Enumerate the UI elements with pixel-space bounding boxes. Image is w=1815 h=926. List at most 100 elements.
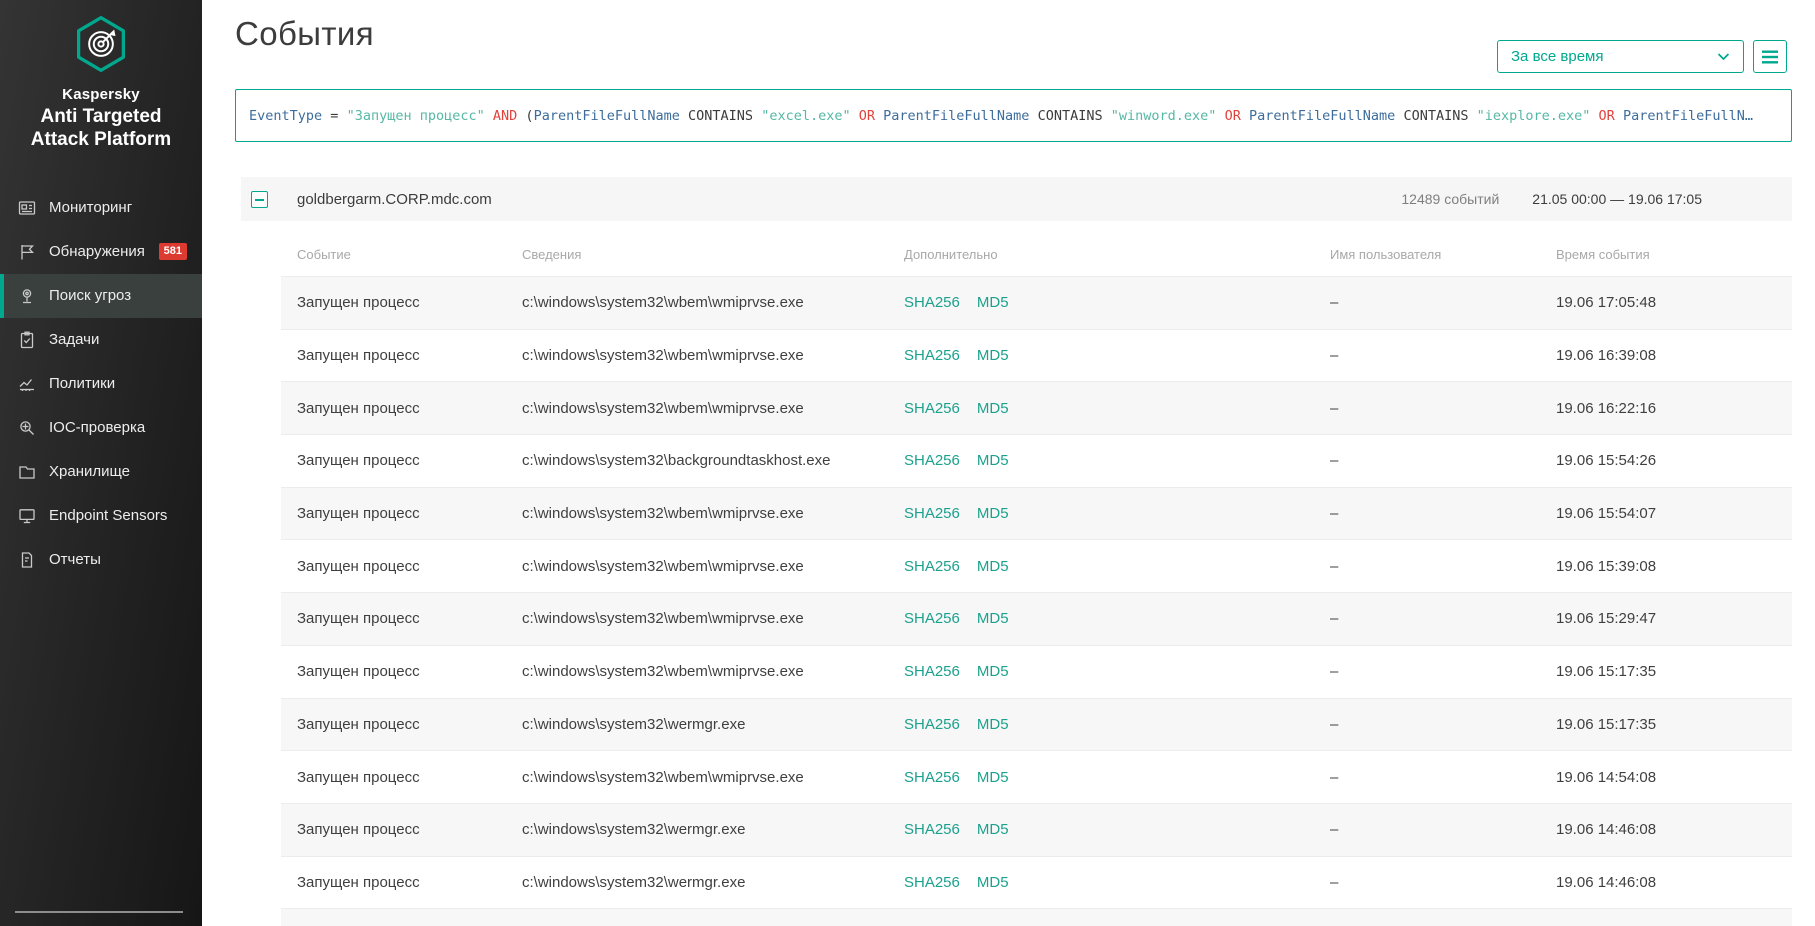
additional-cell: SHA256 MD5 bbox=[904, 769, 1330, 786]
table-row[interactable]: Запущен процессc:\windows\system32\wbem\… bbox=[281, 330, 1792, 383]
query-token-field: EventType bbox=[249, 107, 323, 124]
sidebar-item-label: Endpoint Sensors bbox=[49, 507, 168, 525]
sha256-link[interactable]: SHA256 bbox=[904, 558, 960, 575]
sidebar-item-storage[interactable]: Хранилище bbox=[0, 450, 202, 494]
time-filter-value: За все время bbox=[1511, 48, 1604, 65]
additional-cell: SHA256 MD5 bbox=[904, 505, 1330, 522]
main-content: События За все время EventType = "Запуще… bbox=[202, 15, 1815, 926]
time-cell: 19.06 15:17:35 bbox=[1556, 715, 1657, 733]
table-row[interactable]: Запущен процессc:\windows\system32\wbem\… bbox=[281, 277, 1792, 330]
user-cell: – bbox=[1330, 663, 1339, 681]
collapse-minus-icon[interactable] bbox=[251, 190, 268, 208]
details-cell: c:\windows\system32\wbem\wmiprvse.exe bbox=[522, 557, 804, 575]
details-cell: c:\windows\system32\wbem\wmiprvse.exe bbox=[522, 399, 804, 417]
table-row[interactable]: Запущен процессc:\windows\system32\wbem\… bbox=[281, 646, 1792, 699]
user-cell: – bbox=[1330, 610, 1339, 628]
md5-link[interactable]: MD5 bbox=[977, 505, 1009, 522]
sha256-link[interactable]: SHA256 bbox=[904, 821, 960, 838]
sha256-link[interactable]: SHA256 bbox=[904, 505, 960, 522]
event-type-cell: Запущен процесс bbox=[297, 715, 420, 733]
event-type-cell: Запущен процесс bbox=[297, 505, 420, 523]
details-cell: c:\windows\system32\wbem\wmiprvse.exe bbox=[522, 663, 804, 681]
sidebar-item-label: Мониторинг bbox=[49, 199, 133, 217]
details-cell: c:\windows\system32\backgroundtaskhost.e… bbox=[522, 452, 831, 470]
sidebar-item-reports[interactable]: Отчеты bbox=[0, 538, 202, 582]
user-cell: – bbox=[1330, 452, 1339, 470]
time-filter-dropdown[interactable]: За все время bbox=[1497, 40, 1744, 73]
user-cell: – bbox=[1330, 715, 1339, 733]
table-row[interactable]: Запущен процессc:\windows\system32\wbem\… bbox=[281, 540, 1792, 594]
group-time-range: 21.05 00:00 — 19.06 17:05 bbox=[1532, 191, 1702, 207]
md5-link[interactable]: MD5 bbox=[977, 874, 1009, 891]
table-row[interactable]: Запущен процесс c:\windows\system32\wermg… bbox=[281, 803, 1792, 857]
sidebar-item-monitoring[interactable]: Мониторинг bbox=[0, 186, 202, 230]
user-cell: – bbox=[1330, 294, 1339, 312]
md5-link[interactable]: MD5 bbox=[977, 610, 1009, 627]
query-token-op: CONTAINS bbox=[1403, 107, 1469, 124]
threat-hunting-icon bbox=[16, 285, 38, 307]
table-row[interactable]: Запущен процессc:\windows\system32\wbem\… bbox=[281, 487, 1792, 541]
sidebar-item-ioc-check[interactable]: IOC-проверка bbox=[0, 406, 202, 450]
sidebar: Kaspersky Anti Targeted Attack Platform … bbox=[0, 0, 202, 926]
sidebar-nav: Мониторинг Обнаружения 581 Поиск угроз Задач… bbox=[0, 186, 202, 582]
query-input[interactable]: EventType = "Запущен процесс" AND (Paren… bbox=[235, 89, 1792, 142]
table-row[interactable]: Запущен процесс c:\windows\system32\backg… bbox=[281, 435, 1792, 488]
query-token-op: = bbox=[330, 107, 339, 124]
md5-link[interactable]: MD5 bbox=[977, 769, 1009, 786]
table-row[interactable]: Запущен процессc:\windows\system32\wbem\… bbox=[281, 909, 1792, 926]
sha256-link[interactable]: SHA256 bbox=[904, 347, 960, 364]
table-header-row: Событие Сведения Дополнительно Имя пользова… bbox=[281, 221, 1792, 277]
query-token-field: ParentFileFullName bbox=[883, 107, 1030, 124]
query-token-string: "iexplore.exe" bbox=[1476, 107, 1591, 124]
details-cell: c:\windows\system32\wbem\wmiprvse.exe bbox=[522, 768, 804, 786]
sidebar-item-threat-hunting[interactable]: Поиск угроз bbox=[0, 273, 202, 318]
md5-link[interactable]: MD5 bbox=[977, 452, 1009, 469]
additional-cell: SHA256 MD5 bbox=[904, 294, 1330, 311]
sidebar-item-endpoint-sensors[interactable]: Endpoint Sensors bbox=[0, 494, 202, 538]
sidebar-item-tasks[interactable]: Задачи bbox=[0, 318, 202, 362]
user-cell: – bbox=[1330, 505, 1339, 523]
event-type-cell: Запущен процесс bbox=[297, 821, 420, 839]
md5-link[interactable]: MD5 bbox=[977, 400, 1009, 417]
sha256-link[interactable]: SHA256 bbox=[904, 294, 960, 311]
time-cell: 19.06 14:46:08 bbox=[1556, 873, 1657, 891]
sidebar-item-policies[interactable]: Политики bbox=[0, 362, 202, 406]
table-row[interactable]: Запущен процессc:\windows\system32\wbem\… bbox=[281, 382, 1792, 436]
query-token-keyword: OR bbox=[1224, 107, 1241, 124]
md5-link[interactable]: MD5 bbox=[977, 821, 1009, 838]
md5-link[interactable]: MD5 bbox=[977, 347, 1009, 364]
sha256-link[interactable]: SHA256 bbox=[904, 874, 960, 891]
time-cell: 19.06 14:46:08 bbox=[1556, 821, 1657, 839]
sha256-link[interactable]: SHA256 bbox=[904, 769, 960, 786]
table-row[interactable]: Запущен процессc:\windows\system32\wbem\… bbox=[281, 751, 1792, 804]
events-group: goldbergarm.CORP.mdc.com 12489 событий 2… bbox=[241, 177, 1792, 926]
additional-cell: SHA256 MD5 bbox=[904, 716, 1330, 733]
table-row[interactable]: Запущен процесс c:\windows\system32\wermg… bbox=[281, 698, 1792, 752]
additional-cell: SHA256 MD5 bbox=[904, 874, 1330, 891]
time-cell: 19.06 15:54:26 bbox=[1556, 452, 1657, 470]
md5-link[interactable]: MD5 bbox=[977, 294, 1009, 311]
sidebar-item-label: Обнаружения bbox=[49, 243, 145, 261]
brand-product: Anti Targeted Attack Platform bbox=[30, 106, 172, 150]
user-cell: – bbox=[1330, 821, 1339, 839]
sidebar-item-detections[interactable]: Обнаружения 581 bbox=[0, 230, 202, 274]
query-token-op: CONTAINS bbox=[688, 107, 754, 124]
sha256-link[interactable]: SHA256 bbox=[904, 610, 960, 627]
sidebar-scrollbar[interactable] bbox=[15, 911, 183, 913]
user-cell: – bbox=[1330, 768, 1339, 786]
query-token-string: "Запущен процесс" bbox=[346, 107, 485, 124]
sha256-link[interactable]: SHA256 bbox=[904, 716, 960, 733]
hamburger-icon bbox=[1762, 50, 1778, 63]
md5-link[interactable]: MD5 bbox=[977, 558, 1009, 575]
column-header: Время события bbox=[1556, 247, 1650, 262]
sha256-link[interactable]: SHA256 bbox=[904, 452, 960, 469]
sha256-link[interactable]: SHA256 bbox=[904, 400, 960, 417]
md5-link[interactable]: MD5 bbox=[977, 716, 1009, 733]
query-token-op: CONTAINS bbox=[1037, 107, 1103, 124]
table-settings-button[interactable] bbox=[1753, 40, 1787, 73]
table-row[interactable]: Запущен процесс c:\windows\system32\wermg… bbox=[281, 857, 1792, 910]
sha256-link[interactable]: SHA256 bbox=[904, 663, 960, 680]
details-cell: c:\windows\system32\wermgr.exe bbox=[522, 873, 746, 891]
table-row[interactable]: Запущен процессc:\windows\system32\wbem\… bbox=[281, 593, 1792, 646]
md5-link[interactable]: MD5 bbox=[977, 663, 1009, 680]
